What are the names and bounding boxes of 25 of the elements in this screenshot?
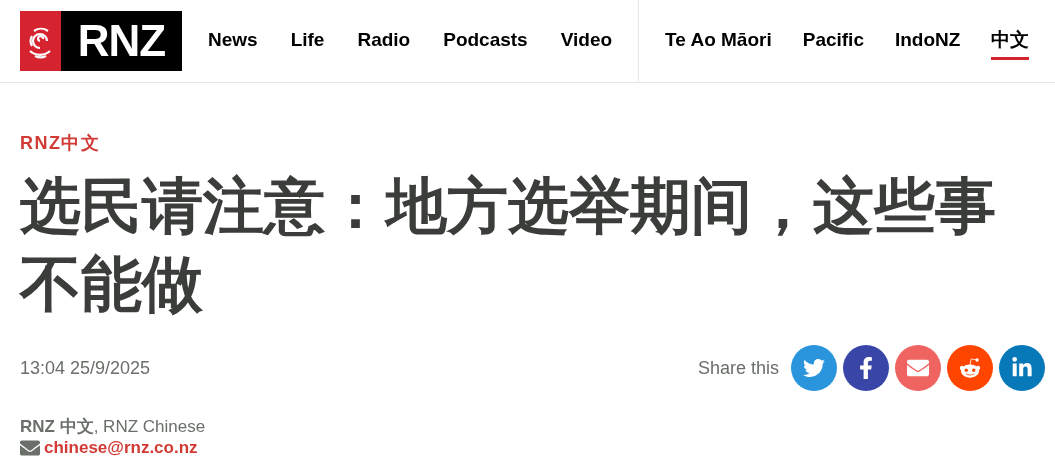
twitter-bird-icon <box>803 357 825 379</box>
share-button[interactable] <box>843 345 889 391</box>
nav-link[interactable]: News <box>208 24 258 58</box>
rnz-logo[interactable]: RNZ <box>20 11 182 71</box>
share-button[interactable] <box>947 345 993 391</box>
share-label: Share this <box>697 357 779 379</box>
nav-link[interactable]: IndoNZ <box>894 24 961 58</box>
envelope-icon <box>20 438 40 458</box>
linkedin-icon <box>1011 357 1033 379</box>
share-button[interactable] <box>999 345 1045 391</box>
nav-link[interactable]: Podcasts <box>443 24 528 58</box>
publish-date: 13:04 25/9/2025 <box>20 357 151 379</box>
author-byline: RNZ 中文, RNZ Chinese <box>20 416 207 438</box>
nav-link[interactable]: 中文 <box>991 22 1030 60</box>
email-link[interactable]: chinese@rnz.co.nz <box>44 438 198 458</box>
nav-link[interactable]: Te Ao Māori <box>665 24 772 58</box>
envelope-icon <box>907 357 929 379</box>
nav-link[interactable]: Life <box>290 24 325 58</box>
swirl-logo-icon <box>20 11 61 71</box>
nav-link[interactable]: Video <box>560 24 613 58</box>
section-label: RNZ中文 <box>20 132 102 155</box>
nav-link[interactable]: Radio <box>357 24 411 58</box>
nav-link[interactable]: Pacific <box>802 24 864 58</box>
article-title: 选民请注意：地方选举期间，这些事不能做 <box>20 171 997 320</box>
reddit-alien-icon <box>959 357 981 379</box>
